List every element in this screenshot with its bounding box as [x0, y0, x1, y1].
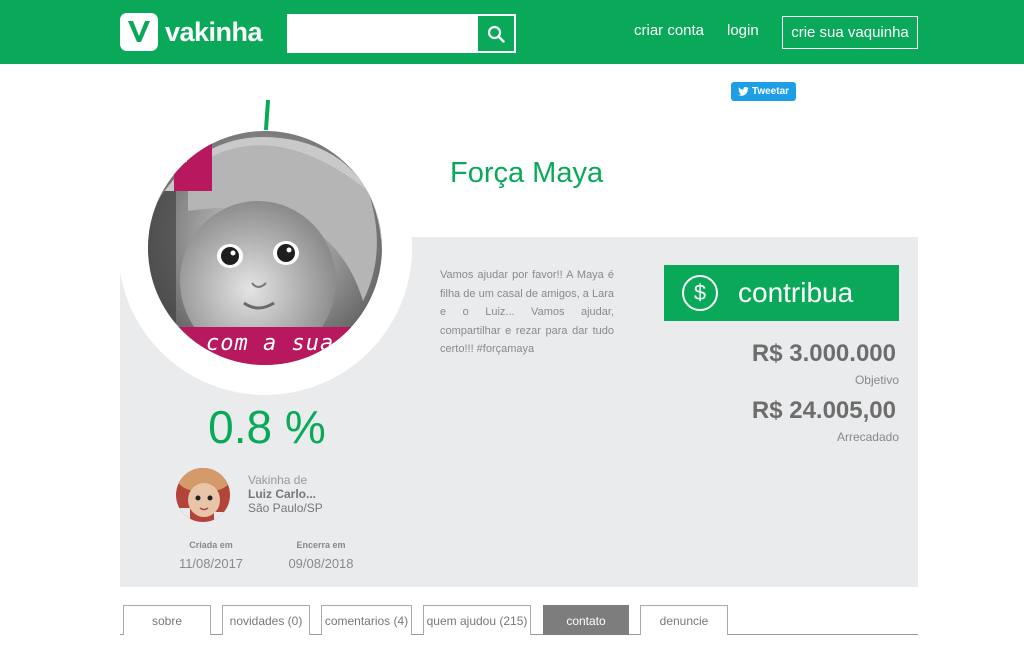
search-button[interactable]: [476, 14, 516, 53]
login-link[interactable]: login: [727, 22, 759, 39]
dollar-icon: $: [682, 275, 718, 311]
photo-tag-text: A: [178, 150, 188, 165]
search-bar: [287, 14, 516, 53]
tab-comentarios[interactable]: comentarios (4): [321, 605, 412, 635]
raised-label: Arrecadado: [836, 430, 899, 444]
progress-percent: 0.8 %: [208, 401, 326, 453]
owner-prefix: Vakinha de: [248, 473, 308, 487]
created-date-label: Criada em: [189, 540, 233, 550]
owner-avatar[interactable]: [176, 468, 230, 522]
tab-quem-ajudou[interactable]: quem ajudou (215): [423, 605, 531, 635]
contribute-button[interactable]: $ contribua: [664, 265, 899, 321]
owner-city: São Paulo/SP: [248, 501, 323, 515]
goal-label: Objetivo: [854, 373, 899, 387]
logo-v-icon: [120, 13, 158, 51]
search-input[interactable]: [287, 14, 476, 53]
tab-sobre[interactable]: sobre: [123, 605, 211, 635]
campaign-title: Força Maya: [450, 157, 604, 189]
tweet-button[interactable]: Tweetar: [731, 82, 796, 101]
contribute-label: contribua: [738, 277, 854, 308]
end-date-value: 09/08/2018: [288, 556, 354, 571]
tab-denuncie[interactable]: denuncie: [640, 605, 728, 635]
goal-amount: R$ 3.000.000: [751, 340, 896, 367]
tab-novidades[interactable]: novidades (0): [222, 605, 310, 635]
create-account-link[interactable]: criar conta: [634, 22, 704, 39]
tab-contato[interactable]: contato: [543, 605, 629, 635]
owner-name-link[interactable]: Luiz Carlo...: [248, 487, 316, 501]
created-date-value: 11/08/2017: [178, 556, 244, 571]
vakinha-logo[interactable]: vakinha: [120, 12, 263, 52]
top-navigation-bar: vakinha criar conta login crie sua vaqui…: [0, 0, 1024, 64]
create-vakinha-button[interactable]: crie sua vaquinha: [782, 16, 918, 49]
tweet-label: Tweetar: [751, 86, 790, 97]
photo-caption: com a sua: [206, 331, 335, 356]
twitter-bird-icon: [738, 87, 749, 96]
raised-amount: R$ 24.005,00: [751, 397, 896, 424]
campaign-description: Vamos ajudar por favor!! A Maya é filha …: [440, 269, 614, 355]
logo-text: vakinha: [165, 16, 263, 47]
end-date-label: Encerra em: [296, 540, 346, 550]
campaign-photo: A com a sua: [148, 131, 382, 365]
search-icon: [487, 25, 505, 43]
